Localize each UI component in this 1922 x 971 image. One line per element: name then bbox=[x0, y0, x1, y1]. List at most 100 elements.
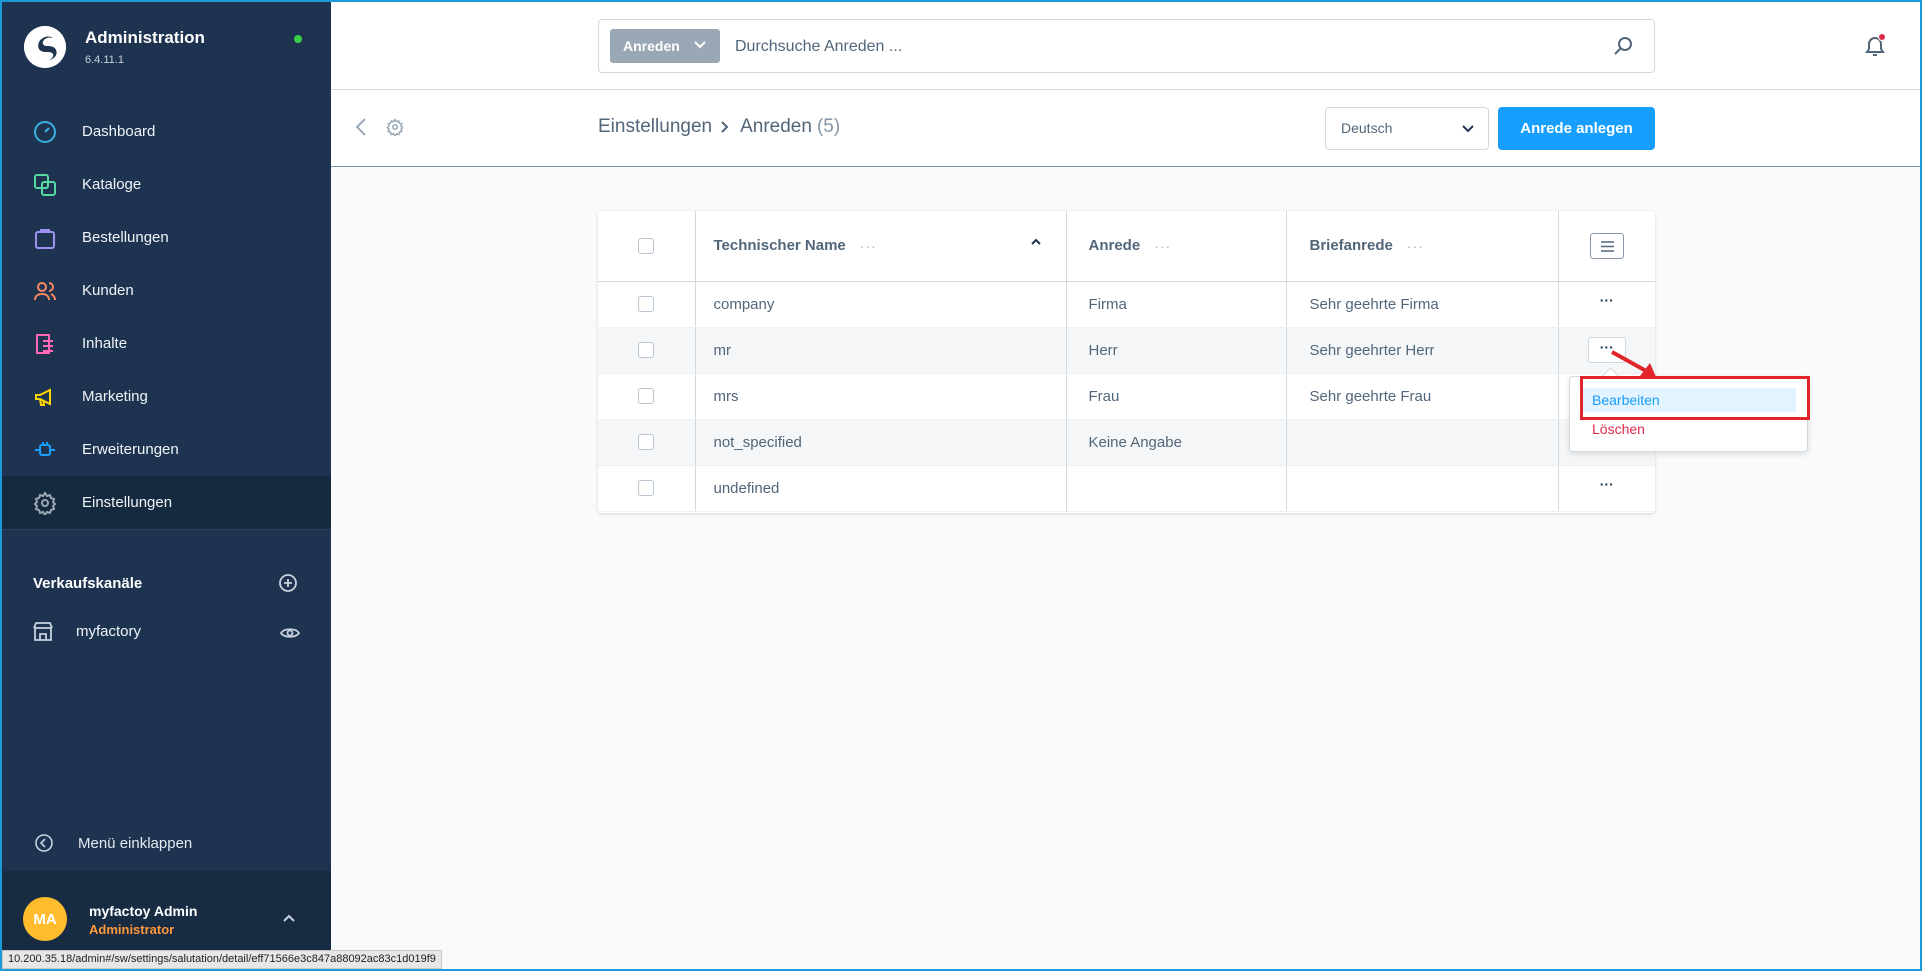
table-row[interactable]: mr Herr Sehr geehrter Herr ··· bbox=[598, 327, 1655, 374]
gear-icon bbox=[32, 490, 58, 516]
nav-label: Einstellungen bbox=[82, 494, 173, 511]
search-input[interactable] bbox=[735, 30, 1595, 64]
search-type-dropdown[interactable]: Anreden bbox=[610, 29, 720, 63]
row-actions-button[interactable]: ··· bbox=[1588, 291, 1626, 317]
cell-technical-name: undefined bbox=[695, 465, 1067, 512]
column-options-icon[interactable]: ··· bbox=[860, 238, 877, 254]
breadcrumb-current: Anreden bbox=[740, 116, 812, 137]
settings-gear-icon[interactable] bbox=[386, 118, 404, 136]
nav-item-einstellungen[interactable]: Einstellungen bbox=[0, 476, 331, 529]
list-icon bbox=[1600, 240, 1614, 252]
row-checkbox[interactable] bbox=[638, 342, 654, 358]
select-all-checkbox[interactable] bbox=[638, 237, 654, 254]
collapse-menu-label: Menü einklappen bbox=[78, 834, 193, 852]
search-icon[interactable] bbox=[1612, 35, 1634, 57]
column-header-briefanrede[interactable]: Briefanrede ··· bbox=[1286, 211, 1559, 282]
table-row[interactable]: undefined ··· bbox=[598, 465, 1655, 512]
grid-header-row: Technischer Name ··· Anrede ··· Briefanr… bbox=[598, 211, 1655, 282]
cell-briefanrede bbox=[1286, 419, 1559, 466]
salutation-grid: Technischer Name ··· Anrede ··· Briefanr… bbox=[598, 211, 1655, 512]
row-actions-cell: ··· bbox=[1558, 281, 1655, 328]
column-options-icon[interactable]: ··· bbox=[1407, 238, 1424, 254]
nav-item-bestellungen[interactable]: Bestellungen bbox=[0, 211, 331, 264]
annotation-arrow-icon bbox=[1611, 350, 1656, 377]
salutation-grid-card: Technischer Name ··· Anrede ··· Briefanr… bbox=[598, 211, 1655, 513]
row-select-cell bbox=[598, 465, 696, 512]
brand[interactable]: Administration 6.4.11.1 bbox=[24, 26, 205, 68]
nav-label: Inhalte bbox=[82, 335, 128, 352]
breadcrumb-parent[interactable]: Einstellungen bbox=[598, 116, 712, 138]
cell-briefanrede bbox=[1286, 465, 1559, 512]
catalog-icon bbox=[32, 172, 58, 198]
collapse-menu-button[interactable]: Menü einklappen bbox=[34, 833, 192, 853]
add-sales-channel-icon[interactable] bbox=[278, 573, 298, 593]
column-header-technical-name[interactable]: Technischer Name ··· bbox=[695, 211, 1067, 282]
notification-bell-icon[interactable] bbox=[1862, 33, 1888, 59]
cell-anrede bbox=[1066, 465, 1287, 512]
nav-item-erweiterungen[interactable]: Erweiterungen bbox=[0, 423, 331, 476]
plug-icon bbox=[32, 437, 58, 463]
column-options-icon[interactable]: ··· bbox=[1154, 238, 1171, 254]
sales-channel-item[interactable]: myfactory bbox=[32, 620, 141, 642]
cell-technical-name: company bbox=[695, 281, 1067, 328]
column-label: Briefanrede bbox=[1309, 237, 1393, 255]
cell-briefanrede: Sehr geehrte Frau bbox=[1286, 373, 1559, 420]
top-bar: Anreden bbox=[331, 0, 1922, 90]
table-row[interactable]: mrs Frau Sehr geehrte Frau bbox=[598, 373, 1655, 420]
chevron-down-icon bbox=[1462, 125, 1474, 133]
table-row[interactable]: company Firma Sehr geehrte Firma ··· bbox=[598, 281, 1655, 328]
sales-channels-title: Verkaufskanäle bbox=[33, 575, 143, 592]
nav-item-kataloge[interactable]: Kataloge bbox=[0, 158, 331, 211]
global-search: Anreden bbox=[598, 19, 1655, 73]
eye-icon[interactable] bbox=[280, 625, 300, 641]
row-checkbox[interactable] bbox=[638, 434, 654, 450]
annotation-highlight-box bbox=[1580, 376, 1810, 420]
megaphone-icon bbox=[32, 384, 58, 410]
storefront-icon bbox=[33, 622, 53, 641]
search-type-label: Anreden bbox=[623, 38, 680, 54]
table-row[interactable]: not_specified Keine Angabe bbox=[598, 419, 1655, 466]
user-name: myfactoy Admin bbox=[89, 903, 198, 919]
row-actions-cell: ··· bbox=[1558, 465, 1655, 512]
nav-item-kunden[interactable]: Kunden bbox=[0, 264, 331, 317]
back-arrow-icon[interactable] bbox=[354, 117, 368, 137]
chevron-down-icon bbox=[694, 41, 706, 49]
chevron-up-icon[interactable] bbox=[282, 913, 296, 923]
shopping-bag-icon bbox=[32, 225, 58, 251]
nav-item-marketing[interactable]: Marketing bbox=[0, 370, 331, 423]
row-checkbox[interactable] bbox=[638, 296, 654, 312]
nav-item-dashboard[interactable]: Dashboard bbox=[0, 105, 331, 158]
cell-technical-name: mr bbox=[695, 327, 1067, 374]
row-checkbox[interactable] bbox=[638, 388, 654, 404]
row-checkbox[interactable] bbox=[638, 480, 654, 496]
row-select-cell bbox=[598, 373, 696, 420]
row-actions-button[interactable]: ··· bbox=[1588, 475, 1626, 501]
sidebar-divider bbox=[0, 529, 331, 530]
record-count: (5) bbox=[816, 116, 841, 137]
row-select-cell bbox=[598, 419, 696, 466]
column-label: Technischer Name bbox=[713, 237, 846, 255]
language-selected: Deutsch bbox=[1341, 120, 1393, 136]
nav-label: Dashboard bbox=[82, 123, 156, 140]
sort-ascending-icon[interactable] bbox=[1030, 237, 1042, 247]
menu-item-delete[interactable]: Löschen bbox=[1592, 421, 1645, 437]
row-select-cell bbox=[598, 327, 696, 374]
sales-channel-label: myfactory bbox=[76, 622, 142, 640]
online-status-dot bbox=[294, 35, 302, 43]
nav-label: Kunden bbox=[82, 282, 134, 299]
nav-label: Bestellungen bbox=[82, 229, 169, 246]
users-icon bbox=[32, 278, 58, 304]
column-settings-button[interactable] bbox=[1589, 232, 1624, 259]
chevron-left-circle-icon bbox=[35, 834, 53, 852]
nav-label: Erweiterungen bbox=[82, 441, 179, 458]
create-salutation-button[interactable]: Anrede anlegen bbox=[1498, 107, 1655, 150]
cell-anrede: Keine Angabe bbox=[1066, 419, 1287, 466]
column-header-anrede[interactable]: Anrede ··· bbox=[1066, 211, 1287, 282]
nav-item-inhalte[interactable]: Inhalte bbox=[0, 317, 331, 370]
main-nav: Dashboard Kataloge Bestellungen Kunden I… bbox=[0, 105, 331, 529]
column-label: Anrede bbox=[1088, 237, 1141, 255]
avatar: MA bbox=[23, 897, 67, 941]
gauge-icon bbox=[32, 119, 58, 145]
language-select[interactable]: Deutsch bbox=[1325, 107, 1489, 150]
smart-bar: Einstellungen Anreden (5) Deutsch Anrede… bbox=[331, 90, 1922, 167]
